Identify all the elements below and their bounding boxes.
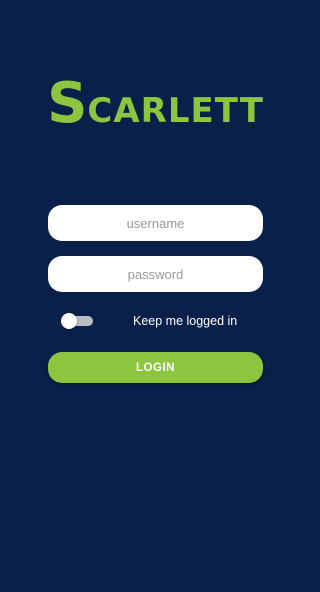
login-button[interactable]: LOGIN	[48, 352, 263, 383]
keep-logged-in-label: Keep me logged in	[133, 314, 238, 328]
app-logo: SCARLETT	[0, 76, 311, 132]
toggle-thumb	[61, 313, 77, 329]
logo-text: CARLETT	[87, 91, 264, 131]
password-input[interactable]	[48, 256, 263, 292]
username-input[interactable]	[48, 205, 263, 241]
login-screen: SCARLETT Keep me logged in LOGIN	[0, 0, 311, 592]
keep-logged-in-toggle[interactable]	[61, 313, 93, 329]
logo-initial: S	[47, 71, 88, 136]
